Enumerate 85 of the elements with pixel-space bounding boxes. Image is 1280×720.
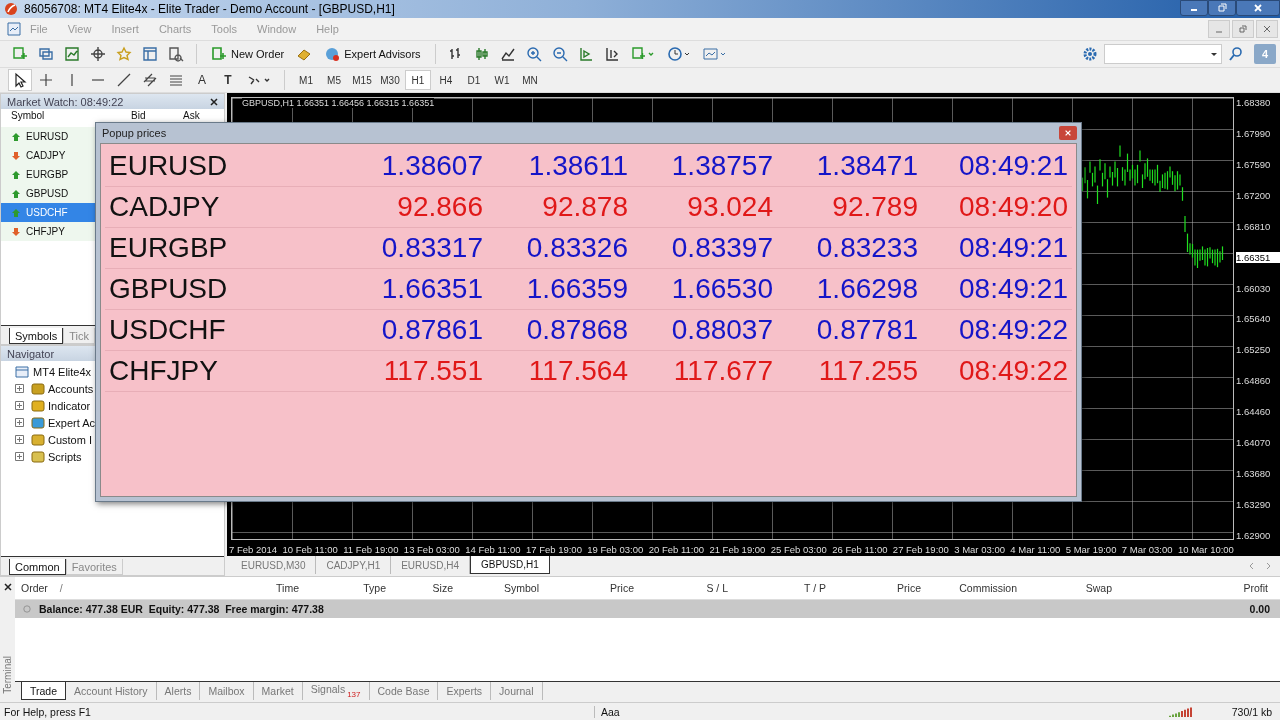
price-label: 1.67990 <box>1236 127 1272 139</box>
time-label: 17 Feb 19:00 <box>525 543 582 555</box>
price-label: 1.67200 <box>1236 189 1272 201</box>
table-cell-text: 117.564 <box>527 354 629 388</box>
time-label: 13 Feb 03:00 <box>403 543 460 555</box>
price-label: 1.66030 <box>1236 282 1272 294</box>
price-label: 1.63680 <box>1236 468 1272 480</box>
time-label: 7 Mar 03:00 <box>1121 543 1173 555</box>
table-cell-text: 0.87868 <box>525 313 629 347</box>
price-label: 1.67590 <box>1236 158 1272 170</box>
time-label: 10 Mar 10:00 <box>1177 543 1234 555</box>
terminal-label: Terminal <box>2 656 13 694</box>
table-cell-text: 0.83233 <box>815 231 919 265</box>
table-cell-text: 1.38611 <box>527 149 629 183</box>
price-label: 1.63290 <box>1236 499 1272 510</box>
table-cell-text: 0.87781 <box>815 313 919 347</box>
popup-title: Popup prices <box>102 127 167 139</box>
table-cell-text: 0.83317 <box>380 231 484 265</box>
table-cell-text: 08:49:20 <box>958 190 1069 224</box>
price-label: 1.66810 <box>1236 220 1272 232</box>
symbol-name: CADJPY <box>26 150 66 161</box>
panel-title: Navigator <box>7 347 55 360</box>
table-cell-text: USDCHF <box>108 313 227 347</box>
price-label: 1.65250 <box>1236 344 1272 356</box>
table-cell-text: 0.83326 <box>525 231 629 265</box>
panel-title: Market Watch: 08:49:22 <box>7 95 124 108</box>
time-label: 20 Feb 11:00 <box>648 543 704 555</box>
table-cell-text: 1.66530 <box>670 272 774 306</box>
symbol-name: CHFJPY <box>26 226 65 237</box>
price-label: 1.64460 <box>1236 406 1272 418</box>
time-label: 5 Mar 19:00 <box>1065 543 1117 555</box>
window-title: 86056708: MT4 Elite4x - Elite Trader - Demo Account - [GBPUSD,H1] <box>24 2 395 16</box>
table-cell-text: 0.87861 <box>380 313 484 347</box>
table-cell-text: 93.024 <box>686 190 774 224</box>
price-label: 1.68380 <box>1236 97 1272 108</box>
table-cell-text: 0.88037 <box>670 313 774 347</box>
sort-indicator: / <box>59 582 63 594</box>
symbol-name: USDCHF <box>26 207 68 218</box>
table-cell-text: CHFJPY <box>108 354 219 388</box>
table-cell-text: 1.66298 <box>815 272 919 306</box>
symbol-name: EURUSD <box>26 131 69 142</box>
traffic-text: 730/1 kb <box>1230 705 1272 718</box>
time-label: 7 Feb 2014 <box>229 543 278 555</box>
table-cell-text: 1.38757 <box>670 149 774 183</box>
time-label: 14 Feb 11:00 <box>465 543 521 555</box>
time-label: 11 Feb 19:00 <box>343 543 399 555</box>
table-cell-text: 117.551 <box>382 354 484 388</box>
time-label: 3 Mar 03:00 <box>954 543 1005 555</box>
table-cell-text: GBPUSD <box>108 272 229 306</box>
price-label: 1.62900 <box>1236 529 1272 541</box>
table-cell-text: 1.66359 <box>525 272 629 306</box>
table-cell-text: 1.38471 <box>815 149 919 183</box>
price-label: 1.65640 <box>1236 313 1272 325</box>
time-label: 27 Feb 19:00 <box>892 543 949 555</box>
table-cell-text: 08:49:21 <box>958 231 1069 265</box>
time-label: 4 Mar 11:00 <box>1010 543 1061 555</box>
table-cell-text: 08:49:22 <box>958 354 1069 388</box>
price-label: 1.66351 <box>1236 251 1280 263</box>
table-cell-text: 117.677 <box>672 354 774 388</box>
table-cell-text: 117.255 <box>817 354 919 388</box>
time-label: 26 Feb 11:00 <box>832 543 888 555</box>
table-cell-text: 1.66351 <box>380 272 484 306</box>
time-label: 19 Feb 03:00 <box>587 543 644 555</box>
time-label: 10 Feb 11:00 <box>282 543 338 555</box>
price-label: 1.64070 <box>1236 437 1272 449</box>
table-cell-text: 0.83397 <box>670 231 774 265</box>
table-cell-text: 08:49:21 <box>958 272 1069 306</box>
price-label: 1.64860 <box>1236 375 1272 387</box>
profit-value: 0.00 <box>1249 603 1270 615</box>
font-sample: Aaa <box>594 705 620 718</box>
symbol-name: GBPUSD <box>26 188 69 199</box>
table-cell-text: 08:49:21 <box>958 149 1069 183</box>
table-cell-text: 92.789 <box>831 190 919 224</box>
status-text: For Help, press F1 <box>4 705 92 718</box>
time-label: 25 Feb 03:00 <box>770 543 827 555</box>
time-label: 21 Feb 19:00 <box>709 543 766 555</box>
table-cell-text: EURGBP <box>108 231 229 265</box>
table-cell-text: EURUSD <box>108 149 229 183</box>
table-cell-text: 92.866 <box>396 190 484 224</box>
chart-header: GBPUSD,H1 1.66351 1.66456 1.66315 1.66351 <box>242 98 435 108</box>
table-cell-text: 08:49:22 <box>958 313 1069 347</box>
table-cell-text: 1.38607 <box>380 149 484 183</box>
table-cell-text: 92.878 <box>541 190 629 224</box>
balance-text: Balance: 477.38 EUR Equity: 477.38 Free margin: 477.38 <box>39 603 324 615</box>
symbol-name: EURGBP <box>26 169 69 180</box>
